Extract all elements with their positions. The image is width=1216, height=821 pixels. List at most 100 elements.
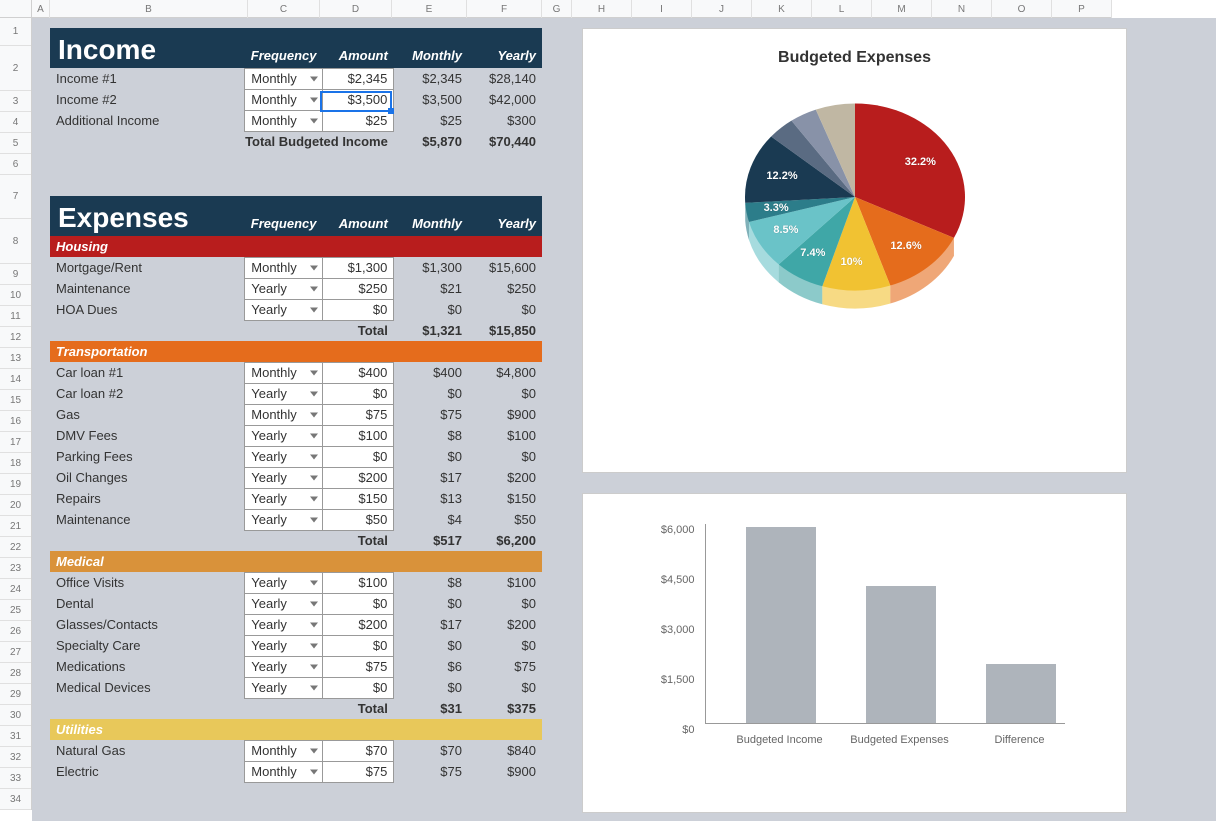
frequency-dropdown[interactable]: Yearly [245, 677, 323, 698]
column-header-A[interactable]: A [32, 0, 50, 18]
row-header-9[interactable]: 9 [0, 264, 31, 285]
row-header-13[interactable]: 13 [0, 348, 31, 369]
frequency-dropdown[interactable]: Monthly [245, 761, 323, 782]
expense-name[interactable]: Office Visits [50, 572, 245, 593]
row-header-24[interactable]: 24 [0, 579, 31, 600]
row-headers[interactable]: 1234567891011121314151617181920212223242… [0, 18, 32, 810]
sheet-area[interactable]: Income Frequency Amount Monthly Yearly I… [32, 18, 1216, 821]
frequency-dropdown[interactable]: Yearly [245, 614, 323, 635]
column-header-E[interactable]: E [392, 0, 467, 18]
frequency-dropdown[interactable]: Yearly [245, 488, 323, 509]
bar[interactable] [986, 664, 1056, 723]
row-header-4[interactable]: 4 [0, 112, 31, 133]
row-header-7[interactable]: 7 [0, 175, 31, 219]
column-header-J[interactable]: J [692, 0, 752, 18]
amount-input[interactable]: $1,300 [323, 257, 394, 278]
frequency-dropdown[interactable]: Monthly [245, 110, 323, 131]
expense-name[interactable]: Oil Changes [50, 467, 245, 488]
row-header-25[interactable]: 25 [0, 600, 31, 621]
column-headers[interactable]: ABCDEFGHIJKLMNOP [32, 0, 1112, 18]
frequency-dropdown[interactable]: Yearly [245, 635, 323, 656]
row-header-26[interactable]: 26 [0, 621, 31, 642]
row-header-5[interactable]: 5 [0, 133, 31, 154]
amount-input[interactable]: $0 [323, 299, 394, 320]
frequency-dropdown[interactable]: Yearly [245, 446, 323, 467]
amount-input[interactable]: $0 [323, 593, 394, 614]
expense-name[interactable]: Car loan #1 [50, 362, 245, 383]
expense-name[interactable]: HOA Dues [50, 299, 245, 320]
row-header-27[interactable]: 27 [0, 642, 31, 663]
row-header-12[interactable]: 12 [0, 327, 31, 348]
row-header-11[interactable]: 11 [0, 306, 31, 327]
amount-input[interactable]: $75 [323, 761, 394, 782]
frequency-dropdown[interactable]: Monthly [245, 404, 323, 425]
row-header-20[interactable]: 20 [0, 495, 31, 516]
column-header-I[interactable]: I [632, 0, 692, 18]
amount-input[interactable]: $100 [323, 572, 394, 593]
bar[interactable] [866, 586, 936, 723]
bar-chart[interactable]: $0$1,500$3,000$4,500$6,000 Budgeted Inco… [582, 493, 1127, 813]
row-header-29[interactable]: 29 [0, 684, 31, 705]
expense-name[interactable]: Repairs [50, 488, 245, 509]
expense-name[interactable]: Glasses/Contacts [50, 614, 245, 635]
amount-input[interactable]: $0 [323, 635, 394, 656]
column-header-D[interactable]: D [320, 0, 392, 18]
column-header-L[interactable]: L [812, 0, 872, 18]
row-header-33[interactable]: 33 [0, 768, 31, 789]
row-header-10[interactable]: 10 [0, 285, 31, 306]
expense-name[interactable]: Natural Gas [50, 740, 245, 761]
row-header-16[interactable]: 16 [0, 411, 31, 432]
bar[interactable] [746, 527, 816, 723]
frequency-dropdown[interactable]: Yearly [245, 593, 323, 614]
amount-input[interactable]: $50 [323, 509, 394, 530]
expense-name[interactable]: Maintenance [50, 509, 245, 530]
column-header-B[interactable]: B [50, 0, 248, 18]
amount-input[interactable]: $75 [323, 404, 394, 425]
frequency-dropdown[interactable]: Monthly [245, 362, 323, 383]
expense-name[interactable]: Dental [50, 593, 245, 614]
row-header-19[interactable]: 19 [0, 474, 31, 495]
amount-input[interactable]: $150 [323, 488, 394, 509]
amount-input[interactable]: $200 [323, 467, 394, 488]
frequency-dropdown[interactable]: Yearly [245, 383, 323, 404]
row-header-34[interactable]: 34 [0, 789, 31, 810]
expense-name[interactable]: Gas [50, 404, 245, 425]
frequency-dropdown[interactable]: Yearly [245, 425, 323, 446]
expense-name[interactable]: Medications [50, 656, 245, 677]
income-name[interactable]: Income #2 [50, 89, 245, 110]
frequency-dropdown[interactable]: Yearly [245, 656, 323, 677]
column-header-G[interactable]: G [542, 0, 572, 18]
amount-input[interactable]: $0 [323, 383, 394, 404]
amount-input[interactable]: $100 [323, 425, 394, 446]
frequency-dropdown[interactable]: Yearly [245, 299, 323, 320]
row-header-21[interactable]: 21 [0, 516, 31, 537]
row-header-22[interactable]: 22 [0, 537, 31, 558]
column-header-O[interactable]: O [992, 0, 1052, 18]
column-header-F[interactable]: F [467, 0, 542, 18]
row-header-30[interactable]: 30 [0, 705, 31, 726]
expense-name[interactable]: Car loan #2 [50, 383, 245, 404]
column-header-C[interactable]: C [248, 0, 320, 18]
frequency-dropdown[interactable]: Monthly [245, 257, 323, 278]
row-header-8[interactable]: 8 [0, 219, 31, 264]
row-header-1[interactable]: 1 [0, 18, 31, 46]
frequency-dropdown[interactable]: Yearly [245, 509, 323, 530]
column-header-M[interactable]: M [872, 0, 932, 18]
row-header-31[interactable]: 31 [0, 726, 31, 747]
amount-input[interactable]: $75 [323, 656, 394, 677]
row-header-28[interactable]: 28 [0, 663, 31, 684]
amount-input[interactable]: $400 [323, 362, 394, 383]
expense-name[interactable]: Specialty Care [50, 635, 245, 656]
income-name[interactable]: Income #1 [50, 68, 245, 89]
frequency-dropdown[interactable]: Yearly [245, 572, 323, 593]
row-header-14[interactable]: 14 [0, 369, 31, 390]
expense-name[interactable]: Electric [50, 761, 245, 782]
row-header-23[interactable]: 23 [0, 558, 31, 579]
frequency-dropdown[interactable]: Monthly [245, 68, 323, 89]
amount-input[interactable]: $200 [323, 614, 394, 635]
expense-name[interactable]: Mortgage/Rent [50, 257, 245, 278]
frequency-dropdown[interactable]: Yearly [245, 278, 323, 299]
amount-input[interactable]: $0 [323, 677, 394, 698]
frequency-dropdown[interactable]: Yearly [245, 467, 323, 488]
column-header-K[interactable]: K [752, 0, 812, 18]
